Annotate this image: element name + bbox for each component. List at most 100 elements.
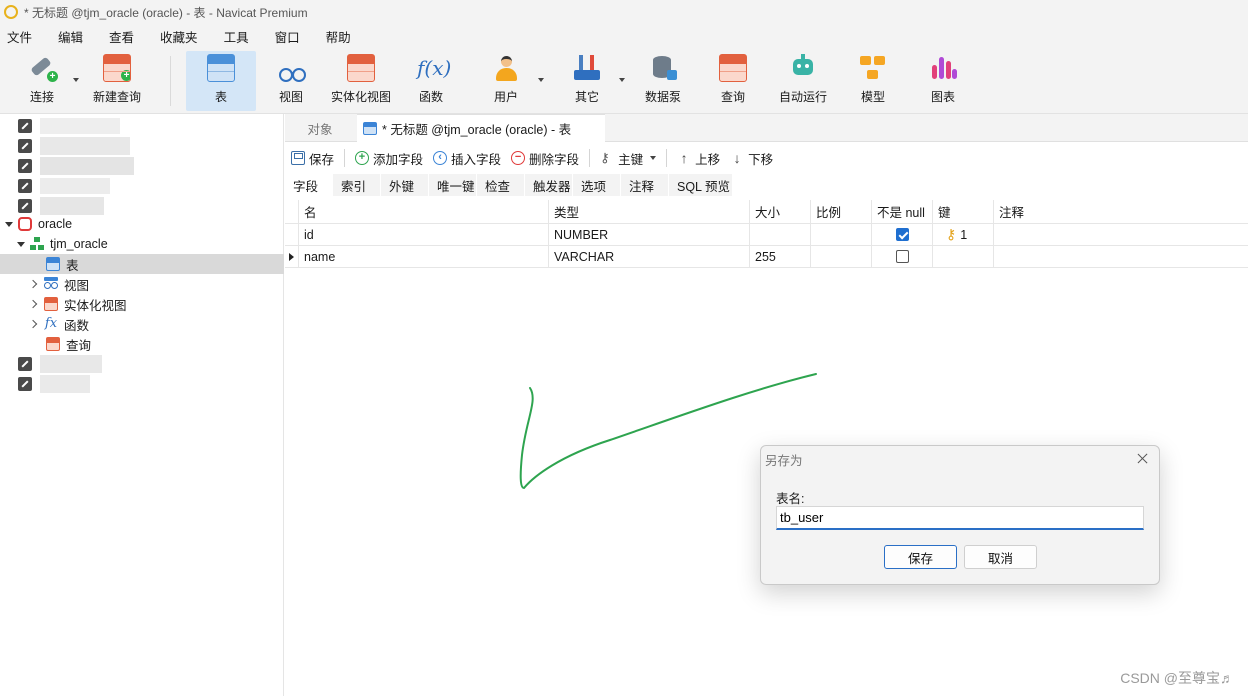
primary-key-button[interactable]: ⚷ 主键	[600, 149, 657, 168]
data-pump-button[interactable]: 数据泵	[634, 51, 692, 111]
add-field-button[interactable]: + 添加字段	[355, 149, 423, 168]
field-type-cell[interactable]: VARCHAR	[548, 246, 749, 267]
tree-row-connection[interactable]	[0, 156, 284, 176]
menu-help[interactable]: 帮助	[319, 27, 363, 46]
table-name-input[interactable]	[776, 506, 1144, 530]
column-header-comment[interactable]: 注释	[993, 200, 1248, 223]
column-header-type[interactable]: 类型	[548, 200, 749, 223]
field-key-cell[interactable]: ⚷ 1	[932, 224, 993, 245]
tab-table-designer[interactable]: * 无标题 @tjm_oracle (oracle) - 表	[357, 114, 605, 142]
menu-file[interactable]: 文件	[0, 27, 44, 46]
new-query-button[interactable]: + 新建查询	[88, 51, 146, 111]
column-header-key[interactable]: 键	[932, 200, 993, 223]
connection-icon	[18, 179, 32, 193]
chart-button[interactable]: 图表	[914, 51, 972, 111]
table-button[interactable]: 表	[186, 51, 256, 111]
menu-tools[interactable]: 工具	[217, 27, 261, 46]
tree-row-connection[interactable]	[0, 354, 284, 374]
subtab-checks[interactable]: 检查	[477, 174, 525, 196]
user-button[interactable]: 用户	[476, 51, 536, 111]
subtab-foreign-keys[interactable]: 外键	[381, 174, 429, 196]
tree-schema-label: tjm_oracle	[50, 237, 108, 251]
field-not-null-cell[interactable]	[871, 224, 932, 245]
chevron-right-icon[interactable]	[28, 279, 38, 289]
save-button[interactable]: 保存	[884, 545, 957, 569]
connection-tree: oracle tjm_oracle 表 视图 实体化视图 fx 函数 查询	[0, 114, 284, 696]
automation-button[interactable]: 自动运行	[774, 51, 832, 111]
view-button[interactable]: 视图	[262, 51, 320, 111]
tree-item-functions[interactable]: fx 函数	[0, 314, 284, 334]
tree-row-oracle[interactable]: oracle	[0, 214, 284, 234]
expand-icon[interactable]	[5, 221, 13, 227]
move-down-button[interactable]: ↓ 下移	[730, 149, 774, 168]
insert-field-button[interactable]: ‹ 插入字段	[433, 149, 501, 168]
field-scale-cell[interactable]	[810, 224, 871, 245]
menu-edit[interactable]: 编辑	[51, 27, 95, 46]
close-icon[interactable]	[1135, 451, 1151, 467]
subtab-unique-keys[interactable]: 唯一键	[429, 174, 477, 196]
field-comment-cell[interactable]	[993, 246, 1248, 267]
subtab-triggers[interactable]: 触发器	[525, 174, 573, 196]
field-comment-cell[interactable]	[993, 224, 1248, 245]
column-header-scale[interactable]: 比例	[810, 200, 871, 223]
field-size-cell[interactable]	[749, 224, 810, 245]
chevron-right-icon[interactable]	[28, 299, 38, 309]
tab-objects[interactable]: 对象	[285, 114, 355, 142]
function-button[interactable]: f(x) 函数	[402, 51, 460, 111]
redacted-block	[40, 355, 102, 373]
new-query-icon: +	[103, 54, 131, 82]
tree-item-views[interactable]: 视图	[0, 274, 284, 294]
primary-key-dropdown-icon[interactable]	[650, 156, 657, 160]
table-row[interactable]: id NUMBER ⚷ 1	[285, 224, 1248, 246]
field-type-cell[interactable]: NUMBER	[548, 224, 749, 245]
field-name-cell[interactable]: name	[298, 246, 548, 267]
query-button[interactable]: 查询	[704, 51, 762, 111]
tree-item-queries[interactable]: 查询	[0, 334, 284, 354]
save-button[interactable]: 保存	[291, 149, 334, 168]
tree-item-materialized-views[interactable]: 实体化视图	[0, 294, 284, 314]
subtab-options[interactable]: 选项	[573, 174, 621, 196]
tree-row-connection[interactable]	[0, 136, 284, 156]
move-up-label: 上移	[695, 152, 721, 167]
subtab-indexes[interactable]: 索引	[333, 174, 381, 196]
field-scale-cell[interactable]	[810, 246, 871, 267]
menu-favorites[interactable]: 收藏夹	[153, 27, 210, 46]
connection-icon	[18, 139, 32, 153]
menu-window[interactable]: 窗口	[268, 27, 312, 46]
tree-row-connection[interactable]	[0, 374, 284, 394]
field-key-cell[interactable]	[932, 246, 993, 267]
tree-item-tables[interactable]: 表	[0, 254, 284, 274]
database-icon	[649, 54, 677, 82]
designer-toolbar: 保存 + 添加字段 ‹ 插入字段 − 删除字段 ⚷ 主键 ↑ 上移 ↓ 下移	[285, 144, 1248, 172]
menu-view[interactable]: 查看	[102, 27, 146, 46]
oracle-icon	[18, 217, 32, 231]
cancel-button[interactable]: 取消	[964, 545, 1037, 569]
tree-row-schema[interactable]: tjm_oracle	[0, 234, 284, 254]
subtab-fields[interactable]: 字段	[285, 174, 333, 196]
tree-row-connection[interactable]	[0, 196, 284, 216]
materialized-view-button[interactable]: 实体化视图	[326, 51, 396, 111]
field-not-null-cell[interactable]	[871, 246, 932, 267]
subtab-comment[interactable]: 注释	[621, 174, 669, 196]
column-header-not-null[interactable]: 不是 null	[871, 200, 932, 223]
tree-row-connection[interactable]	[0, 176, 284, 196]
delete-field-button[interactable]: − 删除字段	[511, 149, 579, 168]
expand-icon[interactable]	[17, 241, 25, 247]
field-name-cell[interactable]: id	[298, 224, 548, 245]
other-dropdown-icon[interactable]	[619, 78, 625, 82]
tree-row-connection[interactable]	[0, 116, 284, 136]
move-up-button[interactable]: ↑ 上移	[677, 149, 721, 168]
subtab-sql-preview[interactable]: SQL 预览	[669, 174, 733, 196]
other-button[interactable]: 其它	[558, 51, 616, 111]
chevron-right-icon[interactable]	[28, 319, 38, 329]
connect-button[interactable]: + 连接	[14, 51, 70, 111]
field-size-cell[interactable]: 255	[749, 246, 810, 267]
column-header-size[interactable]: 大小	[749, 200, 810, 223]
not-null-checkbox[interactable]	[896, 250, 909, 263]
user-dropdown-icon[interactable]	[538, 78, 544, 82]
not-null-checkbox[interactable]	[896, 228, 909, 241]
connect-dropdown-icon[interactable]	[73, 78, 79, 82]
column-header-name[interactable]: 名	[298, 200, 548, 223]
model-button[interactable]: 模型	[844, 51, 902, 111]
table-row[interactable]: name VARCHAR 255	[285, 246, 1248, 268]
